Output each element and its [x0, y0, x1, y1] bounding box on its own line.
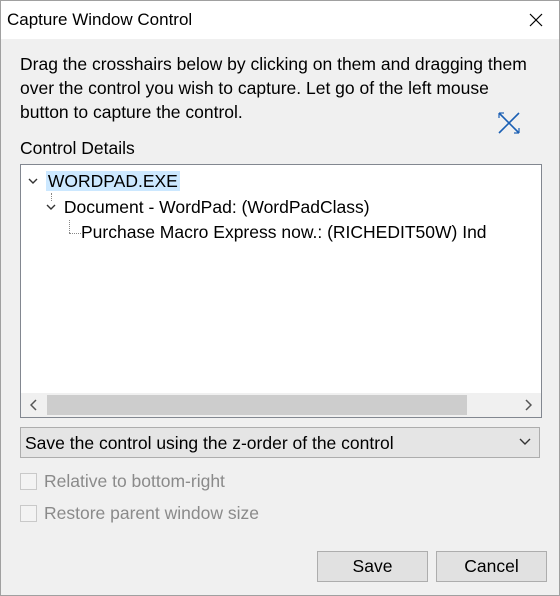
chevron-down-icon[interactable] [45, 195, 59, 219]
dropdown-selected-value: Save the control using the z-order of th… [25, 433, 394, 453]
chevron-right-icon [525, 399, 532, 411]
tree-node-wordpad-exe[interactable]: WORDPAD.EXE [27, 169, 180, 193]
scroll-left-button[interactable] [21, 393, 47, 417]
save-mode-dropdown[interactable]: Save the control using the z-order of th… [20, 427, 540, 458]
tree-node-label: Document - WordPad: (WordPadClass) [63, 197, 370, 217]
relative-bottom-right-label: Relative to bottom-right [44, 470, 225, 491]
scroll-right-button[interactable] [515, 393, 541, 417]
cancel-button[interactable]: Cancel [436, 551, 547, 582]
control-details-label: Control Details [20, 138, 135, 158]
restore-parent-size-option[interactable]: Restore parent window size [20, 502, 259, 524]
scrollbar-thumb[interactable] [47, 395, 467, 415]
tree-connector [69, 220, 70, 233]
relative-bottom-right-checkbox[interactable] [20, 472, 37, 490]
title-bar: Capture Window Control [1, 1, 559, 39]
tree-node-label: Purchase Macro Express now.: (RICHEDIT50… [81, 222, 487, 242]
window-title: Capture Window Control [7, 10, 193, 29]
save-button[interactable]: Save [317, 551, 428, 582]
chevron-down-icon [519, 438, 531, 445]
tree-connector [69, 233, 81, 234]
close-icon [529, 13, 543, 27]
restore-parent-size-label: Restore parent window size [44, 502, 259, 523]
close-button[interactable] [513, 1, 559, 39]
crosshair-icon [498, 112, 520, 134]
horizontal-scrollbar[interactable] [21, 393, 541, 417]
chevron-left-icon [30, 399, 37, 411]
relative-bottom-right-option[interactable]: Relative to bottom-right [20, 470, 225, 492]
control-tree[interactable]: WORDPAD.EXE Document - WordPad: (WordPad… [20, 164, 542, 418]
instructions-text: Drag the crosshairs below by clicking on… [20, 54, 527, 122]
restore-parent-size-checkbox[interactable] [20, 504, 37, 522]
tree-node-label: WORDPAD.EXE [45, 171, 180, 191]
tree-node-document[interactable]: Document - WordPad: (WordPadClass) [45, 195, 370, 219]
capture-window-dialog: Capture Window Control Drag the crosshai… [0, 0, 560, 596]
chevron-down-icon[interactable] [27, 169, 41, 193]
crosshair-drag-handle[interactable] [495, 109, 523, 137]
tree-node-richedit[interactable]: Purchase Macro Express now.: (RICHEDIT50… [81, 220, 487, 244]
